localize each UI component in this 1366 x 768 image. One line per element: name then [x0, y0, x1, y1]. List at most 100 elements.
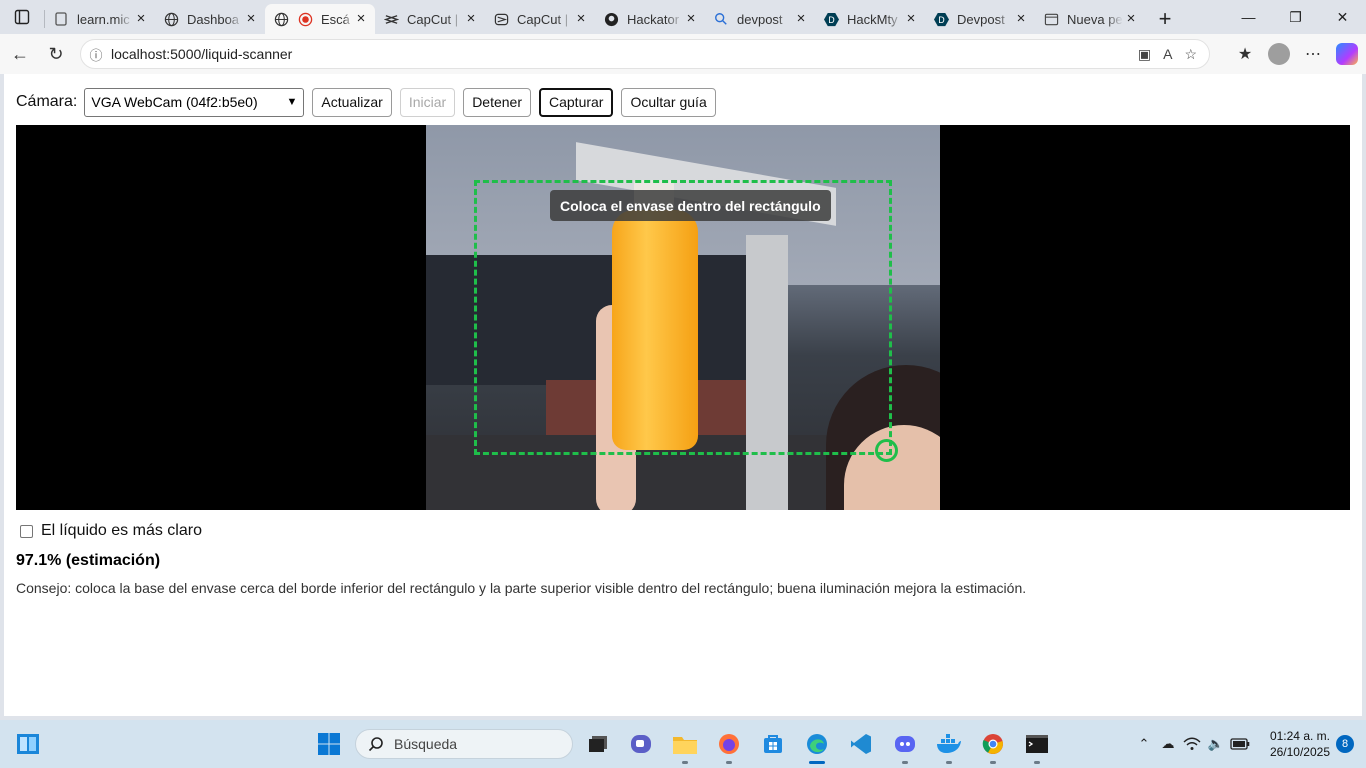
tab-learn[interactable]: learn.mic ×: [45, 4, 155, 34]
clock-date: 26/10/2025: [1269, 745, 1330, 759]
discord-icon[interactable]: [889, 728, 921, 764]
github-icon: [603, 11, 619, 27]
teams-icon[interactable]: [625, 728, 657, 760]
window-controls: — ❐ ✕: [1225, 0, 1366, 34]
taskbar-search[interactable]: Búsqueda: [355, 729, 573, 759]
url-text[interactable]: localhost:5000/liquid-scanner: [111, 46, 1138, 62]
tab-hackaton[interactable]: Hackator ×: [595, 4, 705, 34]
devpost-icon: D: [933, 11, 949, 27]
volume-muted-icon[interactable]: 🔈: [1204, 732, 1228, 756]
camera-select[interactable]: VGA WebCam (04f2:b5e0) ▼: [84, 87, 305, 117]
close-icon[interactable]: ×: [133, 11, 149, 27]
new-tab-button[interactable]: +: [1145, 4, 1185, 34]
clock[interactable]: 01:24 a. m. 26/10/2025: [1260, 728, 1330, 760]
newtab-icon: [1043, 11, 1059, 27]
camera-in-use-icon[interactable]: ▣: [1138, 46, 1151, 63]
close-icon[interactable]: ×: [353, 11, 369, 27]
close-icon[interactable]: ×: [573, 11, 589, 27]
close-icon[interactable]: ×: [1013, 11, 1029, 27]
back-button[interactable]: ←: [2, 38, 38, 70]
more-menu-icon[interactable]: ⋯: [1300, 41, 1326, 67]
resize-handle[interactable]: [875, 439, 898, 462]
page-content: Cámara: VGA WebCam (04f2:b5e0) ▼ Actuali…: [4, 74, 1362, 716]
task-view-icon[interactable]: [582, 728, 614, 760]
tab-devpost-search[interactable]: devpost ×: [705, 4, 815, 34]
chevron-up-icon[interactable]: ⌃: [1132, 732, 1156, 756]
capcut-icon: [383, 11, 399, 27]
firefox-icon[interactable]: [713, 728, 745, 764]
close-icon[interactable]: ×: [1123, 11, 1139, 27]
svg-text:D: D: [828, 14, 835, 24]
lighter-liquid-checkbox[interactable]: [20, 524, 33, 538]
store-icon[interactable]: [757, 728, 789, 760]
estimation-result: 97.1% (estimación): [16, 552, 161, 569]
wifi-icon[interactable]: [1180, 732, 1204, 756]
restore-button[interactable]: ❐: [1272, 0, 1319, 34]
svg-text:D: D: [938, 14, 945, 24]
search-icon: [368, 737, 383, 752]
close-icon[interactable]: ×: [903, 11, 919, 27]
capcut-icon: [493, 11, 509, 27]
minimize-button[interactable]: —: [1225, 0, 1272, 34]
document-icon: [53, 11, 69, 27]
start-button[interactable]: Iniciar: [399, 87, 456, 117]
tab-nueva[interactable]: Nueva pe ×: [1035, 4, 1145, 34]
checkbox-label[interactable]: El líquido es más claro: [41, 522, 202, 540]
video-preview: Coloca el envase dentro del rectángulo: [16, 125, 1350, 510]
navigation-bar: ← ↻ ⓘ localhost:5000/liquid-scanner ▣ A …: [0, 34, 1366, 74]
widgets-icon[interactable]: [12, 728, 44, 760]
vscode-icon[interactable]: [845, 728, 877, 760]
devpost-icon: D: [823, 11, 839, 27]
hide-guide-button[interactable]: Ocultar guía: [621, 87, 716, 117]
chevron-down-icon: ▼: [286, 96, 298, 108]
copilot-icon[interactable]: [1336, 43, 1358, 65]
overlay-hint: Coloca el envase dentro del rectángulo: [550, 190, 831, 221]
tab-hackmty[interactable]: D HackMty ×: [815, 4, 925, 34]
favorites-icon[interactable]: ★: [1232, 41, 1258, 67]
favorite-star-icon[interactable]: ☆: [1184, 46, 1197, 63]
taskbar: Búsqueda ⌃ ☁ 🔈 01:24 a. m. 26/10/2025 8: [0, 720, 1366, 768]
close-window-button[interactable]: ✕: [1319, 0, 1366, 34]
battery-icon[interactable]: [1228, 732, 1252, 756]
docker-icon[interactable]: [933, 728, 965, 764]
tab-dashboard[interactable]: Dashboa ×: [155, 4, 265, 34]
terminal-icon[interactable]: [1021, 728, 1053, 764]
capture-button[interactable]: Capturar: [539, 87, 614, 117]
refresh-button[interactable]: Actualizar: [312, 87, 392, 117]
search-placeholder: Búsqueda: [394, 736, 458, 752]
profile-avatar[interactable]: [1268, 43, 1290, 65]
guide-rectangle[interactable]: [474, 180, 892, 455]
close-icon[interactable]: ×: [463, 11, 479, 27]
close-icon[interactable]: ×: [793, 11, 809, 27]
reload-button[interactable]: ↻: [38, 38, 74, 70]
notification-badge[interactable]: 8: [1336, 735, 1354, 753]
close-icon[interactable]: ×: [243, 11, 259, 27]
camera-label: Cámara:: [16, 93, 78, 110]
chrome-icon[interactable]: [977, 728, 1009, 764]
tab-strip: learn.mic × Dashboa × Escá × CapCut | × CapC…: [0, 0, 1366, 34]
tab-actions-icon: [14, 9, 30, 25]
file-explorer-icon[interactable]: [669, 728, 701, 764]
tab-devpost[interactable]: D Devpost ×: [925, 4, 1035, 34]
start-button[interactable]: [313, 728, 345, 760]
cloud-offline-icon[interactable]: ☁: [1156, 732, 1180, 756]
edge-icon[interactable]: [801, 728, 833, 764]
tip-text: Consejo: coloca la base del envase cerca…: [16, 580, 1027, 596]
read-aloud-icon[interactable]: A: [1163, 46, 1172, 63]
camera-controls: Cámara: VGA WebCam (04f2:b5e0) ▼ Actuali…: [16, 87, 724, 117]
info-icon[interactable]: ⓘ: [81, 45, 111, 64]
close-icon[interactable]: ×: [683, 11, 699, 27]
globe-icon: [273, 11, 289, 27]
tab-capcut-2[interactable]: CapCut | ×: [485, 4, 595, 34]
tab-actions-button[interactable]: [0, 0, 44, 34]
tab-escaner[interactable]: Escá ×: [265, 4, 375, 34]
tab-capcut-1[interactable]: CapCut | ×: [375, 4, 485, 34]
system-tray: ⌃ ☁ 🔈 01:24 a. m. 26/10/2025 8: [1132, 720, 1366, 768]
address-bar[interactable]: ⓘ localhost:5000/liquid-scanner ▣ A ☆: [80, 39, 1210, 69]
camera-select-value: VGA WebCam (04f2:b5e0): [91, 94, 258, 110]
stop-button[interactable]: Detener: [463, 87, 531, 117]
recording-icon: [297, 11, 313, 27]
lighter-liquid-option[interactable]: El líquido es más claro: [20, 522, 202, 540]
clock-time: 01:24 a. m.: [1269, 729, 1330, 743]
globe-icon: [163, 11, 179, 27]
